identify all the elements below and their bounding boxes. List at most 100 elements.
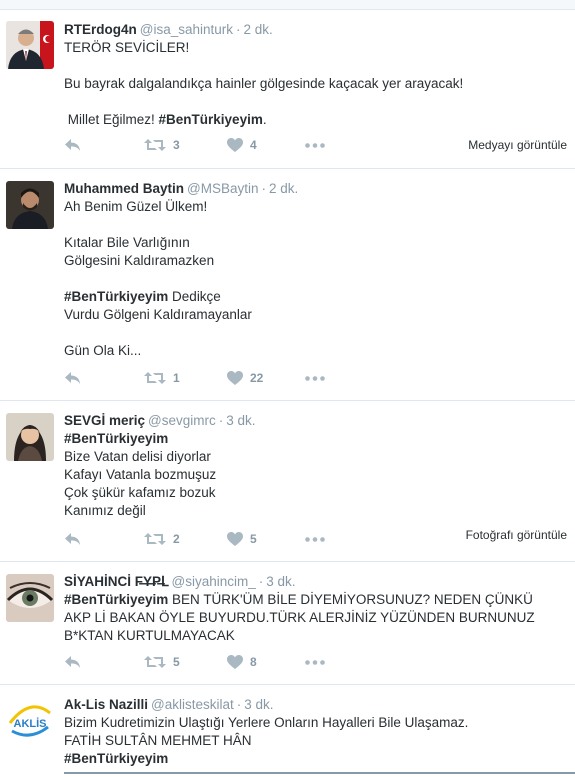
tweet-text: #BenTürkiyeyim BEN TÜRK'ÜM BİLE DİYEMİYO… [64, 591, 571, 645]
hashtag-link[interactable]: #BenTürkiyeyim [159, 112, 263, 127]
tweet-line: #BenTürkiyeyim Dedikçe [64, 288, 571, 306]
avatar[interactable] [6, 413, 54, 461]
tweet-aklisteskilat: AKLİS Ak-Lis Nazilli @aklisteskilat · 3 dk.… [0, 685, 575, 779]
more-icon [305, 143, 325, 148]
author-handle[interactable]: @aklisteskilat [151, 697, 234, 712]
hashtag-link[interactable]: #BenTürkiyeyim [64, 592, 168, 607]
tweet-line: Millet Eğilmez! #BenTürkiyeyim. [64, 111, 571, 129]
retweet-icon [144, 372, 166, 384]
like-count: 4 [250, 138, 257, 152]
tweet-line: Kıtalar Bile Varlığının [64, 235, 190, 250]
tweet-text-fragment: Dedikçe [168, 289, 221, 304]
tweet-line: TERÖR SEVİCİLER! [64, 40, 190, 55]
tweet-line: Gün Ola Ki... [64, 343, 142, 358]
avatar-image [6, 181, 54, 229]
author-name[interactable]: SİYAHİNCİ F̶Y̶P̶ᒪ [64, 574, 169, 589]
author-handle[interactable]: @MSBaytin [187, 181, 258, 196]
tweet-time[interactable]: 3 dk. [226, 413, 255, 428]
tweet-text: TERÖR SEVİCİLER! Bu bayrak dalgalandıkça… [64, 39, 571, 129]
hashtag-link[interactable]: #BenTürkiyeyim [64, 289, 168, 304]
reply-button[interactable] [64, 532, 81, 546]
tweet-sevgimrc: SEVGİ meriç @sevgimrc · 3 dk. #BenTürkiyeyi… [0, 401, 575, 562]
more-button[interactable] [305, 143, 325, 148]
tweet-text-fragment: BEN TÜRK'ÜM BİLE DİYEMİYORSUNUZ? NEDEN Ç… [168, 592, 533, 607]
avatar-image: AKLİS [6, 697, 54, 745]
avatar-logo-text: AKLİS [14, 717, 47, 730]
like-count: 8 [250, 655, 257, 669]
avatar[interactable] [6, 181, 54, 229]
tweet-line: #BenTürkiyeyim BEN TÜRK'ÜM BİLE DİYEMİYO… [64, 591, 571, 609]
like-count: 5 [250, 532, 257, 546]
tweet-line: Kanımız değil [64, 503, 146, 518]
retweet-button[interactable]: 3 [144, 138, 180, 152]
retweet-count: 2 [173, 532, 180, 546]
reply-icon [65, 139, 80, 151]
tweet-text-fragment: . [262, 112, 267, 127]
tweet-time[interactable]: 3 dk. [244, 697, 273, 712]
retweet-button[interactable]: 1 [144, 371, 180, 385]
view-photo-link[interactable]: Fotoğrafı görüntüle [466, 528, 567, 542]
avatar[interactable]: AKLİS [6, 697, 54, 745]
reply-icon [65, 372, 80, 384]
retweet-button[interactable]: 5 [144, 655, 180, 669]
tweet-line: B*KTAN KURTULMAYACAK [64, 628, 235, 643]
author-handle[interactable]: @sevgimrc [148, 413, 216, 428]
heart-icon [227, 532, 243, 546]
tweet-line: FATİH SULTÂN MEHMET HÂN [64, 733, 252, 748]
retweet-icon [144, 656, 166, 668]
author-handle[interactable]: @siyahincim_ [172, 574, 256, 589]
like-button[interactable]: 8 [227, 655, 257, 669]
hashtag-link[interactable]: #BenTürkiyeyim [64, 751, 168, 766]
reply-icon [65, 533, 80, 545]
tweet-blank-line [64, 216, 571, 234]
like-button[interactable]: 4 [227, 138, 257, 152]
tweet-text: Ah Benim Güzel Ülkem! Kıtalar Bile Varlı… [64, 198, 571, 360]
tweet-line: Ah Benim Güzel Ülkem! [64, 199, 208, 214]
separator-dot: · [218, 413, 224, 428]
hashtag-link[interactable]: #BenTürkiyeyim [64, 431, 168, 446]
tweet-line: Gölgesini Kaldıramazken [64, 253, 215, 268]
retweet-button[interactable]: 2 [144, 532, 180, 546]
tweet-line: Bu bayrak dalgalandıkça hainler gölgesin… [64, 76, 464, 91]
tweet-blank-line [64, 93, 571, 111]
tweet-time[interactable]: 2 dk. [269, 181, 298, 196]
view-media-link[interactable]: Medyayı görüntüle [468, 138, 567, 152]
avatar-image [6, 574, 54, 622]
more-icon [305, 660, 325, 665]
author-name[interactable]: Ak-Lis Nazilli [64, 697, 148, 712]
author-handle[interactable]: @isa_sahinturk [140, 22, 233, 37]
reply-button[interactable] [64, 371, 81, 385]
reply-button[interactable] [64, 655, 81, 669]
tweet-blank-line [64, 57, 571, 75]
retweet-icon [144, 139, 166, 151]
author-name[interactable]: Muhammed Baytin [64, 181, 184, 196]
more-button[interactable] [305, 537, 325, 542]
avatar[interactable] [6, 574, 54, 622]
avatar[interactable] [6, 21, 54, 69]
media-preview-edge [64, 772, 575, 774]
retweet-icon [144, 533, 166, 545]
more-icon [305, 537, 325, 542]
author-name[interactable]: SEVGİ meriç [64, 413, 145, 428]
retweet-count: 3 [173, 138, 180, 152]
author-name[interactable]: RTErdog4n [64, 22, 137, 37]
tweet-line: #BenTürkiyeyim [64, 750, 571, 768]
tweet-siyahincim: SİYAHİNCİ F̶Y̶P̶ᒪ @siyahincim_ · 3 dk. #Ben… [0, 562, 575, 685]
more-button[interactable] [305, 376, 325, 381]
separator-dot: · [258, 574, 264, 589]
timeline-top-bar [0, 0, 575, 10]
avatar-image [6, 413, 54, 461]
tweet-time[interactable]: 3 dk. [266, 574, 295, 589]
like-button[interactable]: 5 [227, 532, 257, 546]
tweet-line: Bizim Kudretimizin Ulaştığı Yerlere Onla… [64, 715, 469, 730]
reply-button[interactable] [64, 138, 81, 152]
separator-dot: · [236, 697, 242, 712]
like-button[interactable]: 22 [227, 371, 263, 385]
more-button[interactable] [305, 660, 325, 665]
tweet-time[interactable]: 2 dk. [244, 22, 273, 37]
separator-dot: · [236, 22, 241, 37]
like-count: 22 [250, 371, 264, 385]
reply-icon [65, 656, 80, 668]
heart-icon [227, 138, 243, 152]
tweet-line: Çok şükür kafamız bozuk [64, 485, 216, 500]
